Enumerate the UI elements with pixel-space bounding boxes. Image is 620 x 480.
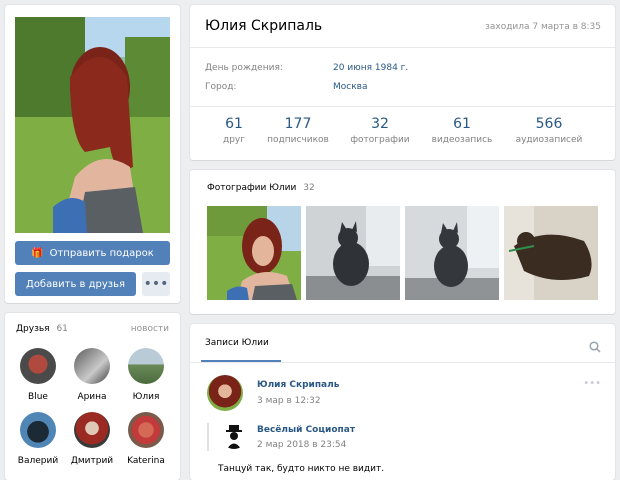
friend-name: Арина xyxy=(77,392,107,402)
stat-label: подписчиков xyxy=(267,135,329,145)
photos-title: Фотографии Юлии xyxy=(207,183,297,193)
friend-name: Юлия xyxy=(132,392,160,402)
more-actions-button[interactable]: ••• xyxy=(142,272,170,296)
birthday-label: День рождения: xyxy=(205,63,283,73)
birthday-value[interactable]: 20 июня 1984 г. xyxy=(333,63,408,73)
friends-count: 61 xyxy=(56,324,68,334)
divider xyxy=(190,362,615,363)
friends-card: Друзья 61 новости Blue Арина Юлия Валери… xyxy=(5,313,180,480)
stat-audio[interactable]: 566 аудиозаписей xyxy=(509,116,589,145)
friend-name: Валерий xyxy=(17,456,59,466)
post-author-avatar[interactable] xyxy=(207,375,243,411)
friend-avatar xyxy=(128,348,164,384)
friend-avatar xyxy=(20,348,56,384)
friend-item[interactable]: Юлия xyxy=(119,348,173,402)
profile-info-card: Юлия Скрипаль заходила 7 марта в 8:35 Де… xyxy=(190,5,615,160)
stat-label: аудиозаписей xyxy=(515,135,583,145)
post-text: Танцуй так, будто никто не видит. xyxy=(218,464,385,474)
friend-avatar xyxy=(74,348,110,384)
photos-card: Фотографии Юлии 32 xyxy=(190,170,615,314)
stat-photos[interactable]: 32 фотографии xyxy=(340,116,420,145)
profile-avatar-card: 🎁 Отправить подарок Добавить в друзья ••… xyxy=(5,5,180,303)
stat-videos[interactable]: 61 видеозапись xyxy=(422,116,502,145)
friend-avatar xyxy=(128,412,164,448)
post-date[interactable]: 3 мар в 12:32 xyxy=(257,396,321,406)
divider xyxy=(190,106,615,107)
friend-item[interactable]: Валерий xyxy=(11,412,65,466)
send-gift-label: Отправить подарок xyxy=(49,247,154,259)
add-friend-button[interactable]: Добавить в друзья xyxy=(15,272,136,296)
photo-thumbnail[interactable] xyxy=(306,206,400,300)
post-author-name[interactable]: Юлия Скрипаль xyxy=(257,380,339,390)
stat-label: фотографии xyxy=(350,135,410,145)
friends-news-link[interactable]: новости xyxy=(131,324,169,334)
profile-photo[interactable] xyxy=(15,17,170,233)
photos-count: 32 xyxy=(303,183,315,193)
friend-name: Дмитрий xyxy=(70,456,114,466)
stat-value: 566 xyxy=(535,116,563,132)
friend-item[interactable]: Blue xyxy=(11,348,65,402)
repost-author-avatar[interactable] xyxy=(221,423,247,449)
city-label: Город: xyxy=(205,82,237,92)
friend-item[interactable]: Katerina xyxy=(119,412,173,466)
tab-wall-posts[interactable]: Записи Юлии xyxy=(205,338,269,348)
stat-followers[interactable]: 177 подписчиков xyxy=(258,116,338,145)
profile-name: Юлия Скрипаль xyxy=(205,18,323,34)
divider xyxy=(190,47,615,48)
friend-avatar xyxy=(74,412,110,448)
photos-header[interactable]: Фотографии Юлии 32 xyxy=(207,183,315,193)
friends-header[interactable]: Друзья 61 xyxy=(16,324,68,334)
city-value[interactable]: Москва xyxy=(333,82,367,92)
stat-value: 177 xyxy=(284,116,312,132)
friend-item[interactable]: Дмитрий xyxy=(65,412,119,466)
stat-label: видеозапись xyxy=(431,135,493,145)
photo-thumbnail[interactable] xyxy=(504,206,598,300)
stat-value: 61 xyxy=(453,116,471,132)
friend-avatar xyxy=(20,412,56,448)
friend-name: Katerina xyxy=(127,456,165,466)
gift-icon: 🎁 xyxy=(31,247,44,259)
wall-card: Записи Юлии Юлия Скрипаль 3 мар в 12:32 … xyxy=(190,324,615,480)
friends-title: Друзья xyxy=(16,324,50,334)
photo-thumbnail[interactable] xyxy=(207,206,301,300)
stat-value: 32 xyxy=(371,116,389,132)
search-icon[interactable] xyxy=(589,338,601,357)
send-gift-button[interactable]: 🎁 Отправить подарок xyxy=(15,241,170,265)
friend-name: Blue xyxy=(28,392,48,402)
post-more-button[interactable]: ••• xyxy=(583,378,601,389)
repost-author-name[interactable]: Весёлый Социопат xyxy=(257,425,355,435)
repost-bar xyxy=(207,423,209,451)
photo-thumbnail[interactable] xyxy=(405,206,499,300)
friend-item[interactable]: Арина xyxy=(65,348,119,402)
last-seen-status: заходила 7 марта в 8:35 xyxy=(485,22,601,32)
repost-date[interactable]: 2 мар 2018 в 23:54 xyxy=(257,440,346,450)
